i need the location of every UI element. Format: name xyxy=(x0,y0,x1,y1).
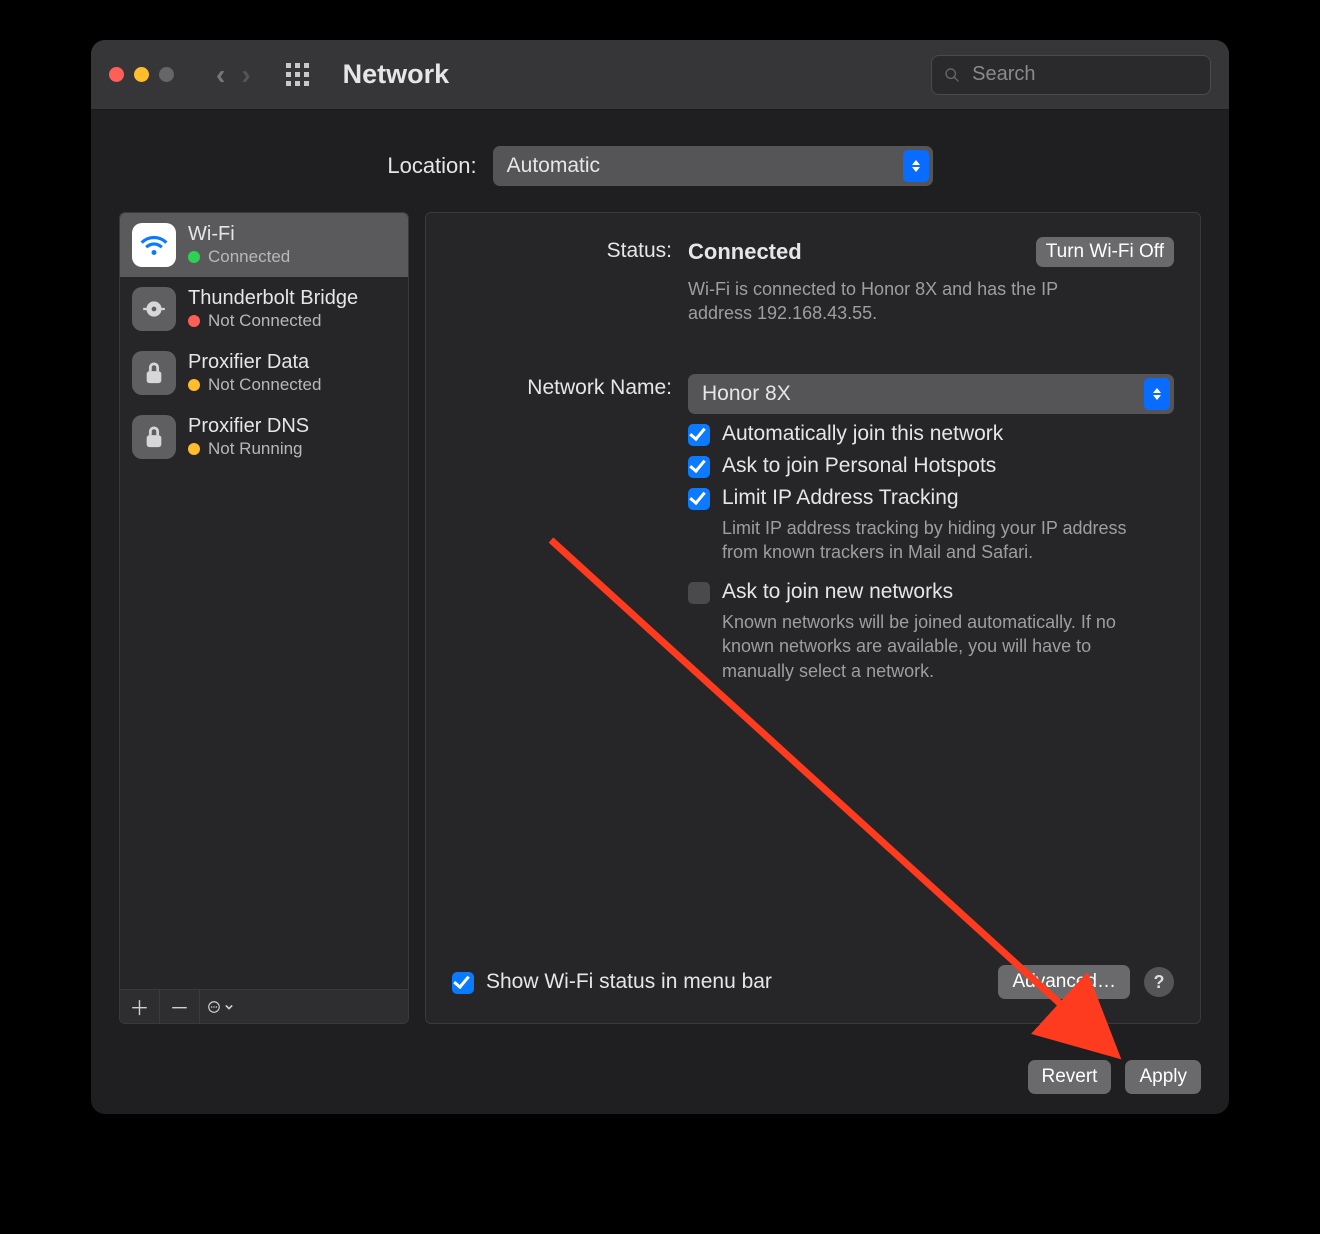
show-menubar-checkbox-row: Show Wi-Fi status in menu bar xyxy=(452,970,772,994)
status-dot-icon xyxy=(188,251,200,263)
service-thunderbolt-bridge[interactable]: Thunderbolt Bridge Not Connected xyxy=(120,277,408,341)
limit-ip-desc: Limit IP address tracking by hiding your… xyxy=(722,516,1152,565)
service-status: Not Connected xyxy=(208,375,321,395)
hotspot-checkbox[interactable] xyxy=(688,456,710,478)
nav-buttons: ‹ › xyxy=(216,59,251,91)
lock-icon xyxy=(132,351,176,395)
bottom-buttons: Revert Apply xyxy=(91,1046,1229,1114)
limit-ip-checkbox-row: Limit IP Address Tracking Limit IP addre… xyxy=(688,486,1174,565)
service-status: Not Running xyxy=(208,439,303,459)
network-name-value: Honor 8X xyxy=(702,382,791,406)
ask-new-label: Ask to join new networks xyxy=(722,580,953,603)
service-name: Proxifier Data xyxy=(188,351,321,373)
services-list: Wi-Fi Connected Thunderbolt Bridge Not C… xyxy=(120,213,408,989)
titlebar: ‹ › Network xyxy=(91,40,1229,110)
window-title: Network xyxy=(343,59,450,90)
status-detail: Wi-Fi is connected to Honor 8X and has t… xyxy=(688,277,1118,326)
service-wifi[interactable]: Wi-Fi Connected xyxy=(120,213,408,277)
service-proxifier-dns[interactable]: Proxifier DNS Not Running xyxy=(120,405,408,469)
location-select[interactable]: Automatic xyxy=(493,146,933,186)
services-sidebar: Wi-Fi Connected Thunderbolt Bridge Not C… xyxy=(119,212,409,1024)
status-dot-icon xyxy=(188,315,200,327)
service-name: Wi-Fi xyxy=(188,223,290,245)
add-service-button[interactable]: ＋ xyxy=(120,990,160,1023)
wifi-icon xyxy=(132,223,176,267)
zoom-window-button[interactable] xyxy=(159,67,174,82)
service-name: Proxifier DNS xyxy=(188,415,309,437)
search-input[interactable] xyxy=(970,62,1198,87)
auto-join-checkbox-row: Automatically join this network xyxy=(688,422,1174,446)
auto-join-label: Automatically join this network xyxy=(722,422,1003,446)
show-all-icon[interactable] xyxy=(285,62,311,88)
apply-button[interactable]: Apply xyxy=(1125,1060,1201,1094)
help-button[interactable]: ? xyxy=(1144,967,1174,997)
back-button[interactable]: ‹ xyxy=(216,59,225,91)
hotspot-checkbox-row: Ask to join Personal Hotspots xyxy=(688,454,1174,478)
service-name: Thunderbolt Bridge xyxy=(188,287,358,309)
ask-new-desc: Known networks will be joined automatica… xyxy=(722,610,1152,683)
service-detail-panel: Status: Connected Turn Wi-Fi Off Wi-Fi i… xyxy=(425,212,1201,1024)
status-label: Status: xyxy=(452,237,672,326)
limit-ip-checkbox[interactable] xyxy=(688,488,710,510)
remove-service-button[interactable]: － xyxy=(160,990,200,1023)
minimize-window-button[interactable] xyxy=(134,67,149,82)
service-proxifier-data[interactable]: Proxifier Data Not Connected xyxy=(120,341,408,405)
network-name-row: Network Name: Honor 8X Automatically joi… xyxy=(452,374,1174,691)
traffic-lights xyxy=(109,67,174,82)
lock-icon xyxy=(132,415,176,459)
ask-new-checkbox-row: Ask to join new networks Known networks … xyxy=(688,580,1174,683)
network-name-select[interactable]: Honor 8X xyxy=(688,374,1174,414)
status-value: Connected xyxy=(688,239,802,265)
service-status: Connected xyxy=(208,247,290,267)
forward-button[interactable]: › xyxy=(241,59,250,91)
location-value: Automatic xyxy=(507,154,600,178)
panel-footer: Show Wi-Fi status in menu bar Advanced… … xyxy=(452,965,1174,999)
chevron-updown-icon xyxy=(903,150,929,182)
close-window-button[interactable] xyxy=(109,67,124,82)
hotspot-label: Ask to join Personal Hotspots xyxy=(722,454,996,478)
ask-new-checkbox[interactable] xyxy=(688,582,710,604)
chevron-updown-icon xyxy=(1144,378,1170,410)
status-row: Status: Connected Turn Wi-Fi Off Wi-Fi i… xyxy=(452,237,1174,326)
advanced-button[interactable]: Advanced… xyxy=(998,965,1130,999)
thunderbolt-icon xyxy=(132,287,176,331)
service-status: Not Connected xyxy=(208,311,321,331)
search-field[interactable] xyxy=(931,55,1211,95)
body: Wi-Fi Connected Thunderbolt Bridge Not C… xyxy=(91,212,1229,1046)
service-actions-menu[interactable] xyxy=(200,990,240,1023)
network-preferences-window: ‹ › Network Location: Automatic xyxy=(91,40,1229,1114)
limit-ip-label: Limit IP Address Tracking xyxy=(722,486,959,509)
network-name-label: Network Name: xyxy=(452,374,672,691)
status-dot-icon xyxy=(188,443,200,455)
search-icon xyxy=(944,66,960,84)
services-toolbar: ＋ － xyxy=(120,989,408,1023)
chevron-down-icon xyxy=(225,1003,233,1011)
auto-join-checkbox[interactable] xyxy=(688,424,710,446)
show-menubar-label: Show Wi-Fi status in menu bar xyxy=(486,970,772,994)
status-dot-icon xyxy=(188,379,200,391)
turn-wifi-off-button[interactable]: Turn Wi-Fi Off xyxy=(1036,237,1174,267)
location-row: Location: Automatic xyxy=(91,110,1229,212)
show-menubar-checkbox[interactable] xyxy=(452,972,474,994)
location-label: Location: xyxy=(387,153,476,179)
revert-button[interactable]: Revert xyxy=(1028,1060,1112,1094)
